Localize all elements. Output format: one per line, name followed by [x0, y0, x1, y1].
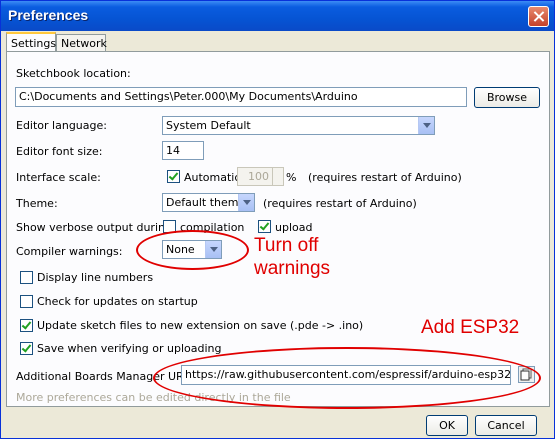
preferences-window: Preferences Settings Network Sketchbook …	[0, 0, 555, 439]
turn-off-annotation-line1: Turn off	[254, 235, 319, 256]
sketchbook-location-input[interactable]: C:\Documents and Settings\Peter.000\My D…	[15, 87, 467, 107]
window-title: Preferences	[8, 7, 89, 23]
interface-scale-label: Interface scale:	[16, 171, 101, 184]
title-bar[interactable]: Preferences	[1, 1, 554, 31]
automatic-checkbox[interactable]	[167, 170, 180, 183]
check-updates-label: Check for updates on startup	[37, 295, 198, 308]
update-extension-checkbox[interactable]	[20, 319, 33, 332]
upload-label: upload	[275, 221, 313, 234]
display-line-numbers-checkbox[interactable]	[20, 271, 33, 284]
automatic-label: Automatic	[184, 171, 241, 184]
boards-url-highlight-ellipse	[153, 347, 541, 409]
scale-restart-note: (requires restart of Arduino)	[308, 171, 462, 184]
scale-spinner-arrows-icon[interactable]	[272, 167, 284, 186]
check-updates-checkbox[interactable]	[20, 295, 33, 308]
ok-button[interactable]: OK	[426, 415, 468, 436]
turn-off-annotation-line2: warnings	[254, 258, 331, 279]
verbose-label: Show verbose output during:	[16, 221, 176, 234]
sketchbook-label: Sketchbook location:	[16, 67, 131, 80]
add-esp32-annotation: Add ESP32	[421, 317, 520, 338]
editor-font-size-input[interactable]: 14	[162, 141, 204, 160]
compiler-warnings-label: Compiler warnings:	[16, 245, 123, 258]
editor-language-label: Editor language:	[16, 119, 107, 132]
tab-settings[interactable]: Settings	[6, 32, 56, 52]
editor-font-size-label: Editor font size:	[16, 145, 103, 158]
theme-value: Default theme	[166, 196, 246, 209]
update-extension-label: Update sketch files to new extension on …	[37, 319, 364, 332]
browse-button[interactable]: Browse	[474, 87, 540, 108]
cancel-button[interactable]: Cancel	[475, 415, 537, 436]
tab-network[interactable]: Network	[56, 34, 107, 52]
save-when-verifying-label: Save when verifying or uploading	[37, 342, 222, 355]
theme-restart-note: (requires restart of Arduino)	[263, 197, 417, 210]
theme-label: Theme:	[16, 197, 58, 210]
upload-checkbox[interactable]	[258, 220, 271, 233]
theme-select[interactable]: Default theme	[162, 193, 255, 212]
close-icon[interactable]	[528, 6, 549, 27]
display-line-numbers-label: Display line numbers	[37, 271, 154, 284]
warnings-highlight-ellipse	[136, 230, 249, 270]
save-when-verifying-checkbox[interactable]	[20, 342, 33, 355]
chevron-down-icon[interactable]	[418, 117, 434, 134]
interface-scale-input[interactable]: 100	[237, 167, 273, 186]
chevron-down-icon[interactable]	[238, 194, 254, 211]
editor-language-value: System Default	[166, 119, 251, 132]
percent-label: %	[286, 171, 297, 184]
editor-language-select[interactable]: System Default	[162, 116, 435, 135]
